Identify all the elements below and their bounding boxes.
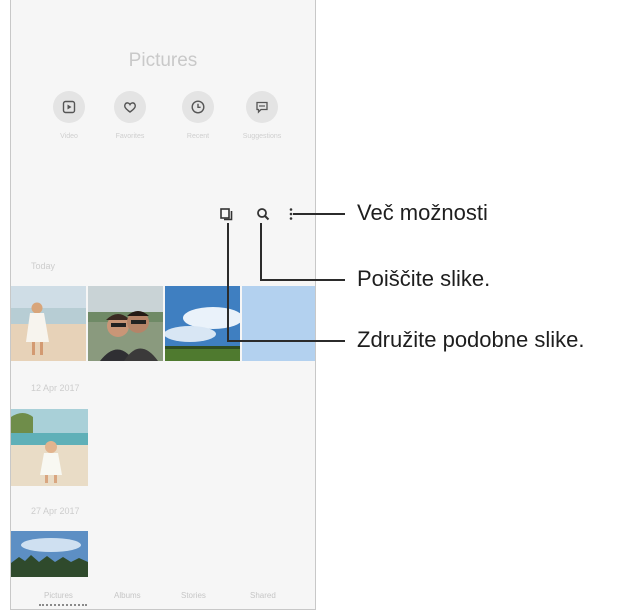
photo-thumbnail-partial[interactable] <box>242 286 316 361</box>
callout-search: Poiščite slike. <box>357 266 491 291</box>
callout-line-search-vertical <box>260 223 262 280</box>
callout-group-similar: Združite podobne slike. <box>357 327 585 352</box>
clock-icon <box>191 100 205 114</box>
group-similar-icon[interactable] <box>220 206 234 222</box>
quick-action-label: Video <box>60 133 78 140</box>
section-date: Today <box>31 261 56 271</box>
quick-action-label: Favorites <box>115 133 145 140</box>
photo-thumbnail-child-beach[interactable] <box>11 409 88 486</box>
active-tab-indicator <box>39 604 87 606</box>
suggestions-icon <box>256 101 268 114</box>
tab-stories[interactable]: Stories <box>181 591 206 600</box>
quick-action-label: Suggestions <box>242 133 282 140</box>
video-icon <box>62 100 76 114</box>
quick-action-favorites[interactable]: Favorites <box>106 91 154 140</box>
tab-shared[interactable]: Shared <box>250 591 276 600</box>
callout-line-more-options <box>293 213 345 215</box>
section-date: 27 Apr 2017 <box>31 506 80 516</box>
callout-line-group-vertical <box>227 223 229 341</box>
photo-thumbnail-couple[interactable] <box>88 286 163 361</box>
phone-screen: Pictures Video Favorites Recent Suggesti… <box>10 0 316 610</box>
photo-thumbnail-beach-girl[interactable] <box>11 286 86 361</box>
callout-line-search <box>260 279 345 281</box>
quick-action-suggestions[interactable]: Suggestions <box>238 91 286 140</box>
quick-action-video[interactable]: Video <box>45 91 93 140</box>
app-title: Pictures <box>128 50 198 71</box>
search-icon[interactable] <box>256 206 270 222</box>
heart-icon <box>124 102 136 113</box>
quick-action-label: Recent <box>186 133 210 140</box>
quick-action-recent[interactable]: Recent <box>174 91 222 140</box>
callout-line-group <box>227 340 345 342</box>
tab-pictures[interactable]: Pictures <box>44 591 73 600</box>
bottom-tab-bar: Pictures Albums Stories Shared <box>11 585 315 609</box>
tab-albums[interactable]: Albums <box>114 591 141 600</box>
photo-thumbnail-landscape[interactable] <box>11 531 88 577</box>
callout-more-options: Več možnosti <box>357 200 488 225</box>
section-date: 12 Apr 2017 <box>31 383 80 393</box>
